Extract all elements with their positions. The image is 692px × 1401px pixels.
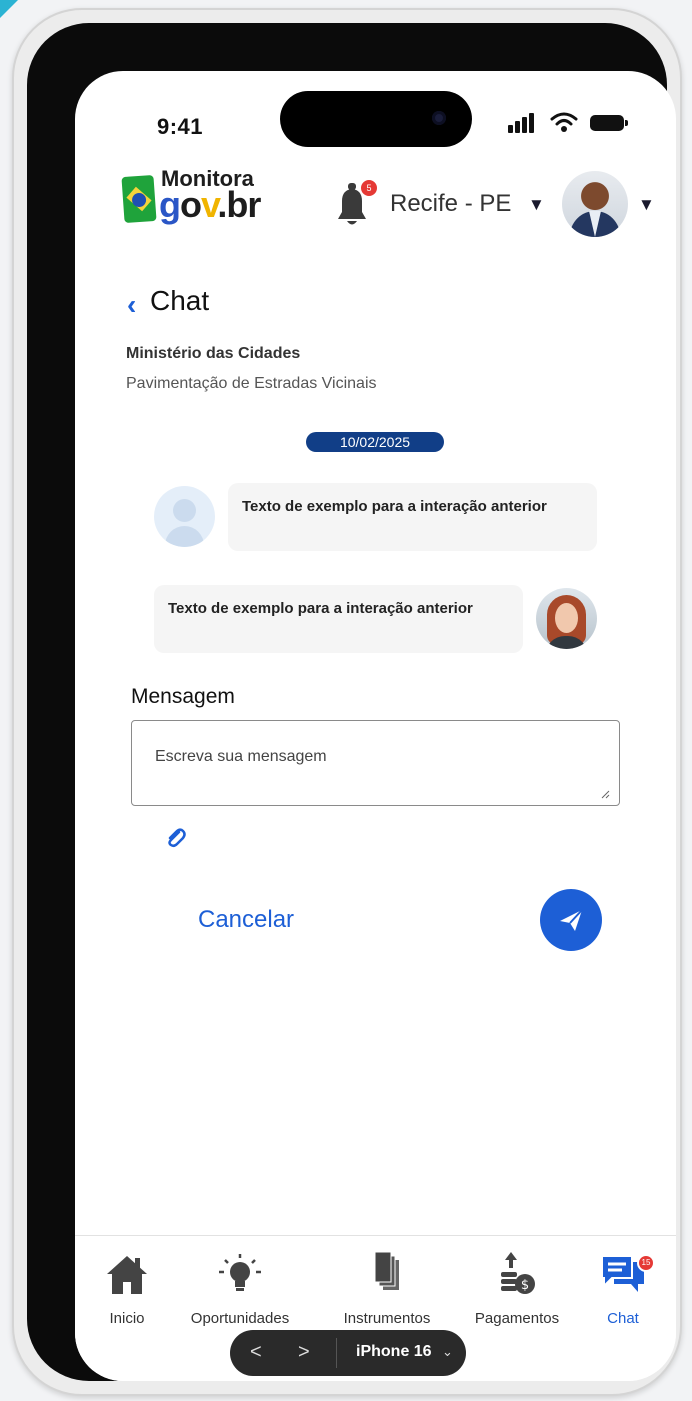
device-bezel: 9:41 Monitora gov.br 5 Recife - PE ▼ ▼ ‹… xyxy=(27,23,676,1381)
sender-avatar xyxy=(536,588,597,649)
organization-name: Ministério das Cidades xyxy=(126,345,301,362)
signal-icon xyxy=(508,111,538,133)
profile-caret-icon[interactable]: ▼ xyxy=(638,195,655,215)
page-title: Chat xyxy=(150,285,210,316)
pill-divider xyxy=(336,1338,337,1368)
previous-device-button[interactable]: < xyxy=(250,1341,262,1364)
cancel-button[interactable]: Cancelar xyxy=(198,906,294,934)
corner-decoration xyxy=(0,0,18,18)
tab-instrumentos-label: Instrumentos xyxy=(343,1310,431,1327)
attachment-icon[interactable] xyxy=(165,827,187,849)
dynamic-island xyxy=(280,91,472,147)
tab-pagamentos-label: Pagamentos xyxy=(474,1310,560,1327)
documents-icon xyxy=(374,1252,399,1290)
user-avatar[interactable] xyxy=(562,171,628,237)
project-name: Pavimentação de Estradas Vicinais xyxy=(126,375,377,392)
brazil-flag-icon xyxy=(121,174,157,224)
camera-icon xyxy=(432,111,446,125)
device-switcher: < > iPhone 16 ⌄ xyxy=(230,1330,466,1376)
location-selector[interactable]: Recife - PE xyxy=(390,190,511,218)
next-device-button[interactable]: > xyxy=(298,1341,310,1364)
tab-oportunidades-label: Oportunidades xyxy=(190,1310,290,1327)
tab-inicio-label: Inicio xyxy=(109,1310,145,1327)
back-icon[interactable]: ‹ xyxy=(127,289,136,321)
resize-grip-icon[interactable] xyxy=(600,789,610,799)
placeholder-avatar xyxy=(154,486,215,547)
location-caret-icon[interactable]: ▼ xyxy=(528,195,545,215)
send-icon xyxy=(560,909,583,931)
message-label: Mensagem xyxy=(131,685,235,708)
message-bubble-sent: Texto de exemplo para a interação anteri… xyxy=(154,585,523,653)
phone-screen: 9:41 Monitora gov.br 5 Recife - PE ▼ ▼ ‹… xyxy=(75,71,676,1381)
logo-text-bottom: gov.br xyxy=(159,184,261,225)
svg-text:$: $ xyxy=(521,1278,529,1293)
payments-icon: $ xyxy=(501,1252,535,1294)
message-bubble-received: Texto de exemplo para a interação anteri… xyxy=(228,483,597,551)
device-name[interactable]: iPhone 16 xyxy=(356,1343,432,1361)
tab-chat-label: Chat xyxy=(607,1310,639,1327)
wifi-icon xyxy=(550,112,578,132)
monitora-govbr-logo[interactable]: Monitora gov.br xyxy=(121,166,273,236)
battery-icon xyxy=(590,115,628,131)
home-icon xyxy=(107,1256,147,1294)
send-button[interactable] xyxy=(540,889,602,951)
chat-badge: 15 xyxy=(637,1254,655,1272)
status-icons xyxy=(508,111,628,137)
notification-badge: 5 xyxy=(359,178,379,198)
status-time: 9:41 xyxy=(157,114,204,139)
message-input[interactable]: Escreva sua mensagem xyxy=(131,720,620,806)
chevron-down-icon[interactable]: ⌄ xyxy=(442,1344,453,1360)
date-badge: 10/02/2025 xyxy=(306,432,444,452)
lightbulb-icon xyxy=(219,1254,261,1291)
